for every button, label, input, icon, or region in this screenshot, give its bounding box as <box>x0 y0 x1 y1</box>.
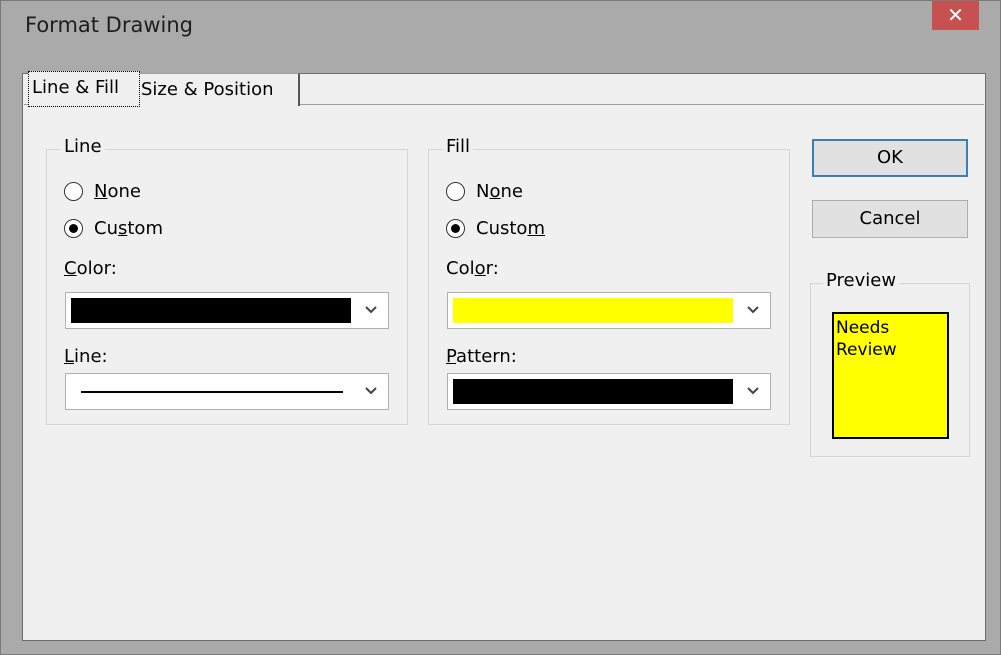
ok-button[interactable]: OK <box>812 139 968 177</box>
fill-pattern-dropdown[interactable] <box>447 373 771 410</box>
line-color-label: Color: <box>64 258 117 279</box>
fill-color-dropdown[interactable] <box>447 292 771 329</box>
tab-size-position-label: Size & Position <box>141 79 274 100</box>
close-icon: ✕ <box>947 3 964 27</box>
line-custom-label: Custom <box>94 218 163 239</box>
preview-shape: Needs Review <box>832 312 949 439</box>
line-style-dropdown[interactable] <box>65 373 389 410</box>
fill-pattern-label: Pattern: <box>446 346 517 367</box>
fill-pattern-swatch <box>453 379 733 404</box>
line-none-label: None <box>94 181 141 202</box>
chevron-down-icon <box>747 387 759 395</box>
line-color-dropdown[interactable] <box>65 292 389 329</box>
tab-line-fill[interactable]: Line & Fill <box>28 71 140 107</box>
fill-none-label: None <box>476 181 523 202</box>
radio-circle-selected <box>446 219 465 238</box>
close-button[interactable]: ✕ <box>932 1 979 30</box>
line-style-label: Line: <box>64 346 108 367</box>
title-bar[interactable]: Format Drawing ✕ <box>1 1 1000 43</box>
preview-text-line2: Review <box>836 340 897 360</box>
chevron-down-icon <box>365 387 377 395</box>
fill-custom-label: Custom <box>476 218 545 239</box>
radio-circle-selected <box>64 219 83 238</box>
fill-group-title: Fill <box>443 136 474 157</box>
preview-text-line1: Needs <box>836 318 890 338</box>
radio-circle <box>446 182 465 201</box>
line-style-sample <box>81 391 343 393</box>
chevron-down-icon <box>747 306 759 314</box>
preview-title: Preview <box>823 270 900 291</box>
line-color-swatch <box>71 298 351 323</box>
tab-line-fill-label: Line & Fill <box>32 77 120 98</box>
dialog-title: Format Drawing <box>25 13 193 37</box>
fill-color-swatch <box>453 298 733 323</box>
chevron-down-icon <box>365 306 377 314</box>
radio-circle <box>64 182 83 201</box>
line-group-title: Line <box>61 136 105 157</box>
tab-size-position[interactable]: Size & Position <box>137 73 300 106</box>
fill-color-label: Color: <box>446 258 499 279</box>
cancel-button[interactable]: Cancel <box>812 200 968 238</box>
